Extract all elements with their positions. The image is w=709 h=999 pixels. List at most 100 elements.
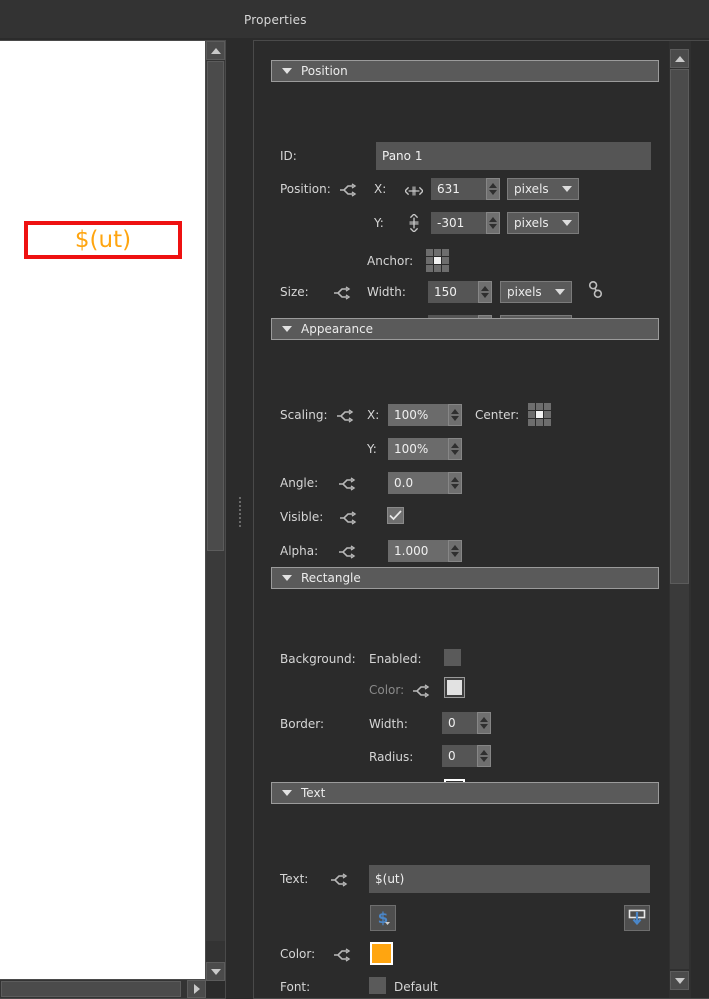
anchor-cell-br[interactable] bbox=[442, 265, 449, 272]
expression-icon[interactable] bbox=[412, 683, 430, 698]
y-stepper[interactable] bbox=[486, 212, 500, 234]
center-cell-bl[interactable] bbox=[528, 419, 535, 426]
stepper-down-icon[interactable] bbox=[451, 484, 459, 489]
properties-scroll-area: Position ID: Pano 1 Position: X: 631 pix… bbox=[254, 41, 668, 998]
scroll-up-button[interactable] bbox=[670, 49, 689, 68]
section-header-position[interactable]: Position bbox=[271, 60, 659, 82]
anchor-cell-tc[interactable] bbox=[434, 249, 441, 256]
stepper-up-icon[interactable] bbox=[480, 717, 488, 722]
width-unit-dropdown[interactable]: pixels bbox=[500, 281, 572, 303]
horizontal-arrows-icon bbox=[404, 182, 424, 201]
anchor-cell-bc[interactable] bbox=[434, 265, 441, 272]
border-width-stepper[interactable] bbox=[477, 712, 491, 734]
panel-splitter[interactable] bbox=[238, 495, 242, 527]
expression-icon[interactable] bbox=[338, 476, 356, 491]
anchor-cell-center[interactable] bbox=[434, 257, 441, 264]
alpha-stepper[interactable] bbox=[448, 540, 462, 562]
anchor-cell-bl[interactable] bbox=[426, 265, 433, 272]
x-unit-dropdown[interactable]: pixels bbox=[507, 178, 579, 200]
stepper-down-icon[interactable] bbox=[481, 293, 489, 298]
properties-vertical-scrollbar[interactable] bbox=[669, 41, 691, 998]
font-default-checkbox[interactable] bbox=[369, 977, 386, 994]
canvas-stage[interactable]: $(ut) bbox=[0, 41, 206, 981]
scale-y-stepper[interactable] bbox=[448, 438, 462, 460]
x-stepper[interactable] bbox=[486, 178, 500, 200]
visible-checkbox[interactable] bbox=[387, 507, 404, 524]
expression-icon[interactable] bbox=[333, 285, 351, 300]
scroll-up-button[interactable] bbox=[206, 41, 225, 60]
stepper-down-icon[interactable] bbox=[451, 552, 459, 557]
center-cell-tc[interactable] bbox=[536, 403, 543, 410]
border-radius-input[interactable]: 0 bbox=[442, 745, 477, 767]
center-cell-ml[interactable] bbox=[528, 411, 535, 418]
stepper-down-icon[interactable] bbox=[489, 224, 497, 229]
canvas-vertical-scrollbar[interactable] bbox=[205, 41, 225, 981]
scroll-down-button[interactable] bbox=[670, 971, 689, 990]
center-cell-tr[interactable] bbox=[544, 403, 551, 410]
stepper-down-icon[interactable] bbox=[451, 450, 459, 455]
text-input[interactable]: $(ut) bbox=[369, 865, 650, 893]
y-unit-value: pixels bbox=[514, 216, 549, 230]
stepper-down-icon[interactable] bbox=[480, 724, 488, 729]
scroll-thumb[interactable] bbox=[670, 69, 689, 584]
stepper-up-icon[interactable] bbox=[480, 750, 488, 755]
stepper-up-icon[interactable] bbox=[489, 183, 497, 188]
text-color-swatch[interactable] bbox=[370, 942, 393, 965]
center-cell-tl[interactable] bbox=[528, 403, 535, 410]
link-aspect-ratio-icon[interactable] bbox=[587, 279, 605, 299]
stepper-up-icon[interactable] bbox=[489, 217, 497, 222]
hscroll-right-button[interactable] bbox=[187, 980, 206, 998]
scale-x-input[interactable]: 100% bbox=[388, 404, 448, 426]
angle-stepper[interactable] bbox=[448, 472, 462, 494]
hscroll-thumb[interactable] bbox=[1, 981, 181, 997]
stepper-up-icon[interactable] bbox=[451, 443, 459, 448]
anchor-cell-ml[interactable] bbox=[426, 257, 433, 264]
stepper-down-icon[interactable] bbox=[489, 190, 497, 195]
stepper-up-icon[interactable] bbox=[451, 409, 459, 414]
stepper-up-icon[interactable] bbox=[451, 477, 459, 482]
scale-x-stepper[interactable] bbox=[448, 404, 462, 426]
y-input[interactable]: -301 bbox=[431, 212, 486, 234]
id-input[interactable]: Pano 1 bbox=[376, 142, 651, 170]
stepper-down-icon[interactable] bbox=[480, 757, 488, 762]
anchor-grid[interactable] bbox=[426, 249, 449, 272]
width-stepper[interactable] bbox=[478, 281, 492, 303]
stepper-down-icon[interactable] bbox=[451, 416, 459, 421]
center-cell-center[interactable] bbox=[536, 411, 543, 418]
center-grid[interactable] bbox=[528, 403, 551, 426]
insert-variable-button[interactable]: $ bbox=[370, 905, 396, 931]
anchor-label: Anchor: bbox=[367, 254, 414, 268]
center-cell-bc[interactable] bbox=[536, 419, 543, 426]
scroll-thumb[interactable] bbox=[207, 61, 224, 551]
anchor-cell-tl[interactable] bbox=[426, 249, 433, 256]
text-align-button[interactable] bbox=[624, 905, 650, 931]
expression-icon[interactable] bbox=[339, 182, 357, 197]
width-input[interactable]: 150 bbox=[428, 281, 478, 303]
expression-icon[interactable] bbox=[333, 947, 351, 962]
scroll-down-button[interactable] bbox=[206, 962, 225, 981]
alpha-input[interactable]: 1.000 bbox=[388, 540, 448, 562]
expression-icon[interactable] bbox=[338, 544, 356, 559]
expression-icon[interactable] bbox=[339, 510, 357, 525]
anchor-cell-tr[interactable] bbox=[442, 249, 449, 256]
x-input[interactable]: 631 bbox=[431, 178, 486, 200]
border-width-input[interactable]: 0 bbox=[442, 712, 477, 734]
center-cell-mr[interactable] bbox=[544, 411, 551, 418]
y-unit-dropdown[interactable]: pixels bbox=[507, 212, 579, 234]
background-color-swatch[interactable] bbox=[444, 677, 465, 698]
section-header-text[interactable]: Text bbox=[271, 782, 659, 804]
expression-icon[interactable] bbox=[336, 408, 354, 423]
angle-input[interactable]: 0.0 bbox=[388, 472, 448, 494]
center-cell-br[interactable] bbox=[544, 419, 551, 426]
canvas-horizontal-scrollbar[interactable] bbox=[0, 979, 206, 998]
stepper-up-icon[interactable] bbox=[481, 286, 489, 291]
anchor-cell-mr[interactable] bbox=[442, 257, 449, 264]
stepper-up-icon[interactable] bbox=[451, 545, 459, 550]
scale-y-label: Y: bbox=[367, 442, 377, 456]
border-radius-stepper[interactable] bbox=[477, 745, 491, 767]
section-header-appearance[interactable]: Appearance bbox=[271, 318, 659, 340]
expression-icon[interactable] bbox=[330, 872, 348, 887]
background-enabled-checkbox[interactable] bbox=[444, 649, 461, 666]
section-header-rectangle[interactable]: Rectangle bbox=[271, 567, 659, 589]
scale-y-input[interactable]: 100% bbox=[388, 438, 448, 460]
